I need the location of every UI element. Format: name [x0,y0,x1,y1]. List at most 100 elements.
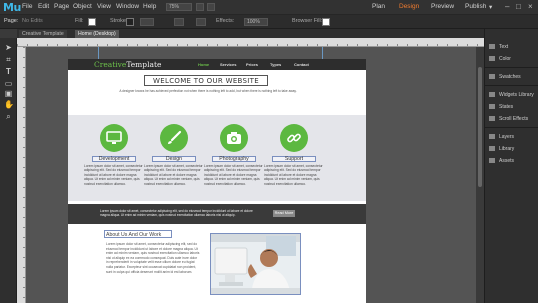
feature-text: Lorem ipsum dolor sit amet, consectetur … [264,164,323,186]
panel-states[interactable]: States [489,103,513,111]
about-photo[interactable] [210,233,301,295]
feature-label: Development [98,156,130,162]
menu-page[interactable]: Page [54,3,69,10]
design-canvas[interactable]: CreativeTemplate Home Services Prices Ty… [26,47,484,303]
feature-circle [160,124,188,152]
control-bar: Page: No Edits Fill: Stroke: Effects: 10… [0,15,538,29]
panel-separator [485,67,538,68]
zoom-tool-icon[interactable]: ⌕ [4,112,13,121]
feature-label: Photography [219,156,249,162]
vertical-scrollbar[interactable] [476,47,484,303]
panel-separator [485,85,538,86]
vertical-ruler [17,47,26,303]
view-mode-button[interactable] [196,3,204,11]
stroke-width-field[interactable] [140,18,154,26]
camera-icon [227,132,241,144]
about-text[interactable]: Lorem ipsum dolor sit amet, consectetur … [106,242,200,274]
text-tool-icon[interactable]: T [4,67,13,76]
maximize-icon[interactable]: □ [516,2,521,11]
hand-tool-icon[interactable]: ✋ [4,100,14,109]
site-nav-services[interactable]: Services [220,62,236,67]
fill-swatch[interactable] [88,18,96,26]
menu-file[interactable]: File [22,3,32,10]
menu-edit[interactable]: Edit [38,3,49,10]
feature-label-box: Design [152,156,196,162]
about-title[interactable]: About Us And Our Work [106,232,161,238]
site-logo-part1: Creative [94,60,127,69]
scrollbar-thumb[interactable] [478,67,482,187]
panel-scroll-effects[interactable]: Scroll Effects [489,115,528,123]
text-panel-icon [489,44,495,50]
tab-home-desktop[interactable]: Home (Desktop) [75,30,119,38]
site-logo[interactable]: CreativeTemplate [94,60,161,69]
minimize-icon[interactable]: – [505,2,509,11]
feature-text: Lorem ipsum dolor sit amet, consectetur … [144,164,203,186]
site-header: CreativeTemplate Home Services Prices Ty… [68,59,366,70]
browser-fill-swatch[interactable] [322,18,330,26]
mode-publish[interactable]: Publish [465,3,486,10]
rectangle-tool-icon[interactable]: ▭ [4,79,13,88]
mode-design[interactable]: Design [399,3,419,10]
feature-text: Lorem ipsum dolor sit amet, consectetur … [84,164,143,186]
feature-text: Lorem ipsum dolor sit amet, consectetur … [204,164,263,186]
feature-circle [280,124,308,152]
panel-separator [485,127,538,128]
feature-circle [100,124,128,152]
panel-assets[interactable]: Assets [489,157,514,165]
menu-window[interactable]: Window [116,3,139,10]
publish-dropdown-icon[interactable]: ▾ [489,3,492,11]
corner-field-1[interactable] [174,18,184,26]
panel-widgets-library[interactable]: Widgets Library [489,91,534,99]
menu-object[interactable]: Object [73,3,92,10]
page-artboard[interactable]: CreativeTemplate Home Services Prices Ty… [68,59,366,303]
read-more-button[interactable]: Read More [273,210,295,217]
feature-label: Support [284,156,304,162]
zoom-select[interactable]: 75% [166,3,192,11]
close-icon[interactable]: × [528,2,533,11]
panel-swatches[interactable]: Swatches [489,73,521,81]
panel-label: Color [499,56,511,62]
tab-creative-template[interactable]: Creative Template [19,30,67,38]
brush-icon [168,130,182,144]
welcome-heading-box[interactable]: WELCOME TO OUR WEBSITE [144,75,268,86]
image-tool-icon[interactable]: ▣ [4,89,13,98]
panel-library[interactable]: Library [489,145,514,153]
menu-bar: Mu File Edit Page Object View Window Hel… [0,0,538,15]
site-logo-part2: Template [126,60,162,69]
panel-text[interactable]: Text [489,43,508,51]
mode-preview[interactable]: Preview [431,3,454,10]
scroll-effects-panel-icon [489,116,495,122]
banner-text[interactable]: Lorem ipsum dolor sit amet, consectetur … [100,209,260,218]
panel-label: Widgets Library [499,92,534,98]
corner-field-2[interactable] [196,18,206,26]
right-panels: Text Color Swatches Widgets Library Stat… [484,29,538,303]
panel-label: Assets [499,158,515,164]
panel-layers[interactable]: Layers [489,133,514,141]
intro-text[interactable]: A designer knows he has achieved perfect… [113,89,303,94]
stroke-swatch[interactable] [126,18,134,26]
library-panel-icon [489,146,495,152]
stroke-label: Stroke: [110,18,128,24]
site-nav-prices[interactable]: Prices [246,62,258,67]
mode-plan[interactable]: Plan [372,3,385,10]
callout-banner: Lorem ipsum dolor sit amet, consectetur … [68,204,366,224]
site-nav-contact[interactable]: Contact [294,62,309,67]
grid-toggle-button[interactable] [207,3,215,11]
site-nav-types[interactable]: Types [270,62,281,67]
panel-color[interactable]: Color [489,55,511,63]
swatches-panel-icon [489,74,495,80]
selection-tool-icon[interactable]: ➤ [4,43,13,52]
menu-help[interactable]: Help [143,3,156,10]
horizontal-ruler [17,38,484,47]
effects-opacity-field[interactable]: 100% [244,18,268,26]
assets-panel-icon [489,158,495,164]
person-at-computer-image [211,234,300,294]
fill-label: Fill: [75,18,84,24]
app-logo: Mu [3,1,21,14]
feature-label: Design [165,156,183,162]
menu-view[interactable]: View [97,3,111,10]
site-nav-home[interactable]: Home [198,62,209,67]
panel-label: States [499,104,514,110]
crop-tool-icon[interactable]: ⌗ [4,55,13,64]
feature-circle [220,124,248,152]
